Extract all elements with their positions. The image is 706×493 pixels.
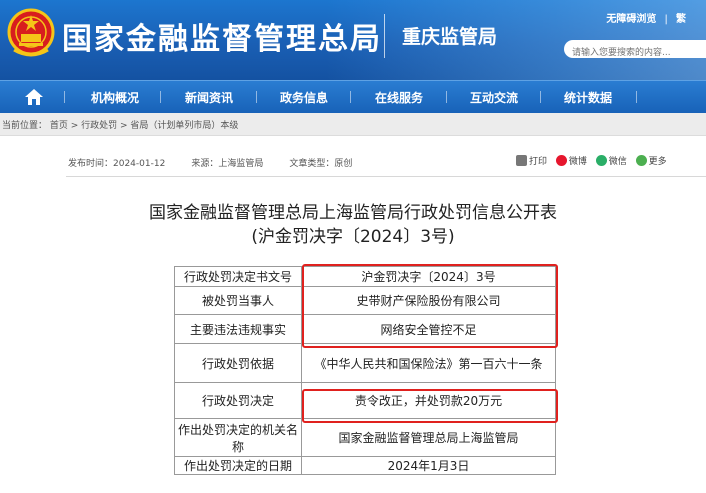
top-links-separator: | (664, 14, 668, 25)
publish-time: 发布时间：2024-01-12 (68, 159, 166, 169)
table-key-cell: 作出处罚决定的日期 (174, 456, 302, 475)
table-key-cell: 行政处罚决定书文号 (174, 266, 302, 287)
nav-separator (636, 91, 637, 103)
traditional-chinese-link[interactable]: 繁 (676, 14, 686, 25)
site-header: 国家金融监督管理总局 重庆监管局 无障碍浏览 | 繁 (0, 0, 706, 80)
table-row: 作出处罚决定的机关名称 国家金融监督管理总局上海监管局 (174, 418, 556, 457)
branch-name[interactable]: 重庆监管局 (402, 22, 497, 49)
home-icon[interactable] (24, 88, 44, 106)
table-key-cell: 作出处罚决定的机关名称 (174, 418, 302, 457)
meta-divider (66, 176, 706, 177)
nav-item-news[interactable]: 新闻资讯 (185, 89, 233, 106)
top-links: 无障碍浏览 | 繁 (606, 10, 686, 25)
main-nav: 机构概况 新闻资讯 政务信息 在线服务 互动交流 统计数据 (0, 80, 706, 113)
table-value-cell: 《中华人民共和国保险法》第一百六十一条 (301, 343, 556, 383)
more-button[interactable]: 更多 (635, 154, 667, 167)
nav-separator (540, 91, 541, 103)
weibo-label: 微博 (568, 157, 587, 167)
print-label: 打印 (529, 157, 548, 167)
nav-separator (350, 91, 351, 103)
table-key-cell: 被处罚当事人 (174, 286, 302, 315)
table-value-cell: 国家金融监督管理总局上海监管局 (301, 418, 556, 457)
search-input[interactable] (564, 44, 702, 62)
breadcrumb-bar: 当前位置： 首页 > 行政处罚 > 省局（计划单列市局）本级 (0, 113, 706, 136)
nav-item-org[interactable]: 机构概况 (91, 89, 139, 106)
more-label: 更多 (648, 157, 667, 167)
table-key-cell: 行政处罚依据 (174, 343, 302, 383)
share-bar: 打印 微博 微信 更多 (516, 154, 673, 167)
highlight-box-top (302, 264, 558, 348)
nav-item-interaction[interactable]: 互动交流 (470, 89, 518, 106)
nav-separator (446, 91, 447, 103)
search-box (564, 40, 706, 62)
site-title[interactable]: 国家金融监督管理总局 (62, 14, 382, 58)
nav-separator (160, 91, 161, 103)
article-type: 文章类型：原创 (289, 159, 353, 169)
nav-item-gov-info[interactable]: 政务信息 (280, 89, 328, 106)
table-key-cell: 主要违法违规事实 (174, 314, 302, 344)
wechat-button[interactable]: 微信 (595, 154, 627, 167)
wechat-icon (595, 155, 607, 166)
plus-icon (635, 155, 647, 166)
wechat-label: 微信 (608, 157, 627, 167)
table-row: 作出处罚决定的日期 2024年1月3日 (174, 456, 556, 475)
table-key-cell: 行政处罚决定 (174, 382, 302, 419)
print-button[interactable]: 打印 (516, 154, 547, 167)
breadcrumb[interactable]: 当前位置： 首页 > 行政处罚 > 省局（计划单列市局）本级 (2, 118, 238, 131)
header-divider (384, 14, 385, 58)
table-value-cell: 2024年1月3日 (301, 456, 556, 475)
weibo-button[interactable]: 微博 (555, 154, 587, 167)
article-source: 来源：上海监管局 (191, 159, 264, 169)
national-emblem-icon (7, 8, 55, 57)
nav-item-online-service[interactable]: 在线服务 (375, 89, 423, 106)
nav-separator (256, 91, 257, 103)
weibo-icon (555, 155, 567, 166)
nav-separator (64, 91, 65, 103)
article-meta: 发布时间：2024-01-12 来源：上海监管局 文章类型：原创 (68, 156, 378, 169)
highlight-box-decision (302, 389, 558, 423)
accessibility-link[interactable]: 无障碍浏览 (606, 14, 656, 25)
print-icon (516, 155, 527, 166)
table-row: 行政处罚依据 《中华人民共和国保险法》第一百六十一条 (174, 343, 556, 383)
article-subtitle: (沪金罚决字〔2024〕3号) (251, 227, 455, 247)
article-title: 国家金融监督管理总局上海监管局行政处罚信息公开表 (149, 203, 557, 223)
nav-item-statistics[interactable]: 统计数据 (564, 89, 612, 106)
